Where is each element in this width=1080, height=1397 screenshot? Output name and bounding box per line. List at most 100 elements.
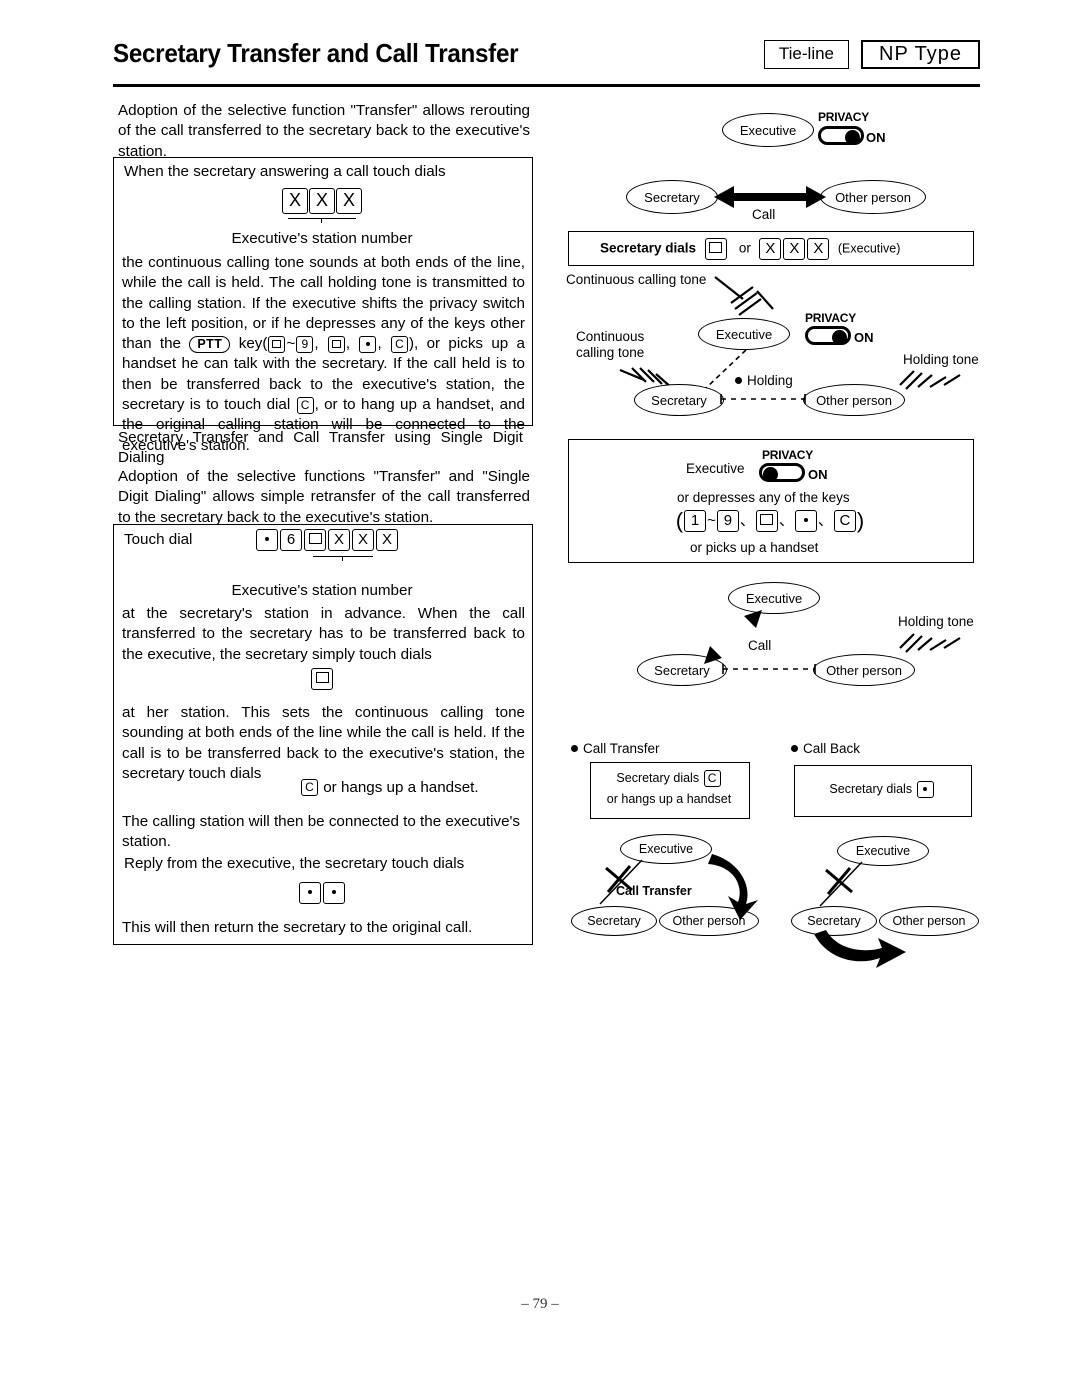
- call-transfer-arrow-label: Call Transfer: [616, 884, 692, 898]
- key-x-1[interactable]: X: [282, 188, 308, 214]
- key-0-mid[interactable]: [311, 668, 333, 690]
- executive-label-3: Executive: [686, 461, 745, 476]
- call-transfer-heading: Call Transfer: [571, 741, 660, 756]
- box1-body-b: key: [238, 335, 263, 353]
- privacy-label-3: PRIVACY: [762, 448, 814, 462]
- box2-body-e: This will then return the secretary to t…: [122, 919, 473, 936]
- broken-link-icon-cb: [819, 861, 863, 907]
- key-dot-3[interactable]: [323, 882, 345, 904]
- broken-link-icon-ct: [599, 859, 643, 905]
- key-c-b[interactable]: C: [296, 396, 314, 414]
- paragraph-single-digit: Adoption of the selective functions "Tra…: [118, 468, 530, 526]
- key-c-a[interactable]: C: [390, 335, 408, 353]
- key-c-ct[interactable]: C: [703, 770, 721, 787]
- key-0-dials[interactable]: [704, 238, 727, 260]
- box2-key-row: 6XXX: [255, 529, 399, 551]
- box-call-transfer-line1: Secretary dials C: [590, 770, 748, 787]
- holding-tone-squiggle-2: [899, 370, 961, 390]
- holding-label-2: Holding: [735, 373, 793, 388]
- tone-squiggle-top: [714, 276, 774, 316]
- call-label-1: Call: [752, 207, 776, 222]
- key-dot-1[interactable]: [256, 529, 278, 551]
- box2-caption: Executive's station number: [231, 582, 413, 599]
- box2-hangup-text: or hangs up a handset.: [323, 779, 479, 796]
- oval-executive-1: Executive: [722, 113, 814, 147]
- box1-key-row: XXX: [113, 188, 531, 214]
- key-c-c[interactable]: C: [301, 779, 318, 797]
- key-x-4[interactable]: X: [328, 529, 350, 551]
- box-secretary-dials-content: Secretary dials or XXX (Executive): [600, 238, 900, 260]
- privacy-toggle-1[interactable]: [818, 126, 864, 145]
- key-x-d2[interactable]: X: [783, 238, 806, 260]
- key-x-3[interactable]: X: [336, 188, 362, 214]
- box2-hangup-row: C or hangs up a handset.: [300, 778, 479, 798]
- subheading-single-digit: Secretary Transfer and Call Transfer usi…: [118, 429, 523, 467]
- picks-up-handset-label: or picks up a handset: [690, 540, 819, 555]
- oval-secretary-ct: Secretary: [571, 906, 657, 936]
- dashed-line-holding-2: [720, 394, 806, 404]
- box2-body-c: The calling station will then be connect…: [122, 813, 521, 851]
- key-x-d3[interactable]: X: [807, 238, 830, 260]
- key-9[interactable]: 9: [296, 335, 314, 353]
- call-transfer-bullet-icon: [571, 744, 578, 752]
- box2-touch-dial-label: Touch dial: [124, 531, 193, 548]
- tone-left-line2: calling tone: [576, 345, 645, 360]
- privacy-toggle-3[interactable]: [759, 463, 805, 482]
- key-c-d[interactable]: C: [833, 510, 856, 532]
- privacy-label-1: PRIVACY: [818, 110, 870, 124]
- oval-secretary-1: Secretary: [626, 180, 718, 214]
- ptt-key[interactable]: PTT: [189, 335, 231, 353]
- oval-other-2: Other person: [803, 384, 905, 416]
- holding-tone-label-2: Holding tone: [903, 352, 979, 367]
- key-dot[interactable]: [359, 335, 377, 353]
- box2-body-a: at the secretary's station in advance. W…: [122, 605, 525, 663]
- key-0-a[interactable]: [268, 335, 286, 353]
- secretary-dials-prefix: Secretary dials: [600, 240, 697, 256]
- privacy-on-label-1: ON: [866, 130, 886, 145]
- key-x-2[interactable]: X: [309, 188, 335, 214]
- dashed-line-holding-3: [722, 664, 816, 674]
- tilde-1: ~: [286, 335, 296, 353]
- box1-body: the continuous calling tone sounds at bo…: [122, 253, 525, 456]
- tone-top-label: Continuous calling tone: [566, 272, 707, 287]
- key-dot-2[interactable]: [299, 882, 321, 904]
- page-number: – 79 –: [521, 1296, 559, 1312]
- key-0-b[interactable]: [327, 335, 345, 353]
- sep-1: 、: [739, 511, 755, 529]
- key-dot-4[interactable]: [794, 510, 817, 532]
- intro-paragraph: Adoption of the selective function "Tran…: [118, 102, 530, 160]
- key-9-b[interactable]: 9: [716, 510, 739, 532]
- key-1[interactable]: 1: [684, 510, 707, 532]
- holding-tone-squiggle-3: [899, 633, 961, 653]
- privacy-on-label-2: ON: [854, 330, 874, 345]
- key-0-c[interactable]: [755, 510, 778, 532]
- double-arrow-call-3: [704, 610, 762, 664]
- box2-body-b: at her station. This sets the continuous…: [122, 704, 525, 782]
- call-back-bullet-icon: [791, 744, 798, 752]
- key-0[interactable]: [304, 529, 326, 551]
- key-x-6[interactable]: X: [376, 529, 398, 551]
- key-dot-cb[interactable]: [916, 781, 934, 798]
- privacy-toggle-2[interactable]: [805, 326, 851, 345]
- privacy-on-label-3: ON: [808, 467, 828, 482]
- header-rule: [113, 84, 980, 87]
- box1-key-group: (~9, , , C): [262, 335, 415, 353]
- ct-dials-prefix: Secretary dials: [616, 770, 700, 785]
- box2-body-d: Reply from the executive, the secretary …: [124, 855, 465, 872]
- key-x-d1[interactable]: X: [759, 238, 782, 260]
- header-badges: Tie-line NP Type: [763, 40, 980, 69]
- key-6[interactable]: 6: [280, 529, 302, 551]
- key-x-5[interactable]: X: [352, 529, 374, 551]
- tilde-2: ~: [707, 511, 716, 529]
- page-header: Secretary Transfer and Call Transfer Tie…: [113, 38, 980, 86]
- box-call-transfer-line2: or hangs up a handset: [606, 792, 732, 806]
- holding-tone-label-3: Holding tone: [898, 614, 974, 629]
- box1-line1: When the secretary answering a call touc…: [124, 163, 446, 180]
- sep-2: 、: [778, 511, 794, 529]
- box2-key-brace: [313, 556, 373, 566]
- badge-np-type: NP Type: [861, 40, 980, 69]
- page-title: Secretary Transfer and Call Transfer: [113, 38, 519, 68]
- depress-keys-label: or depresses any of the keys: [677, 490, 850, 505]
- tone-left-line1: Continuous: [576, 329, 645, 344]
- privacy-label-2: PRIVACY: [805, 311, 857, 325]
